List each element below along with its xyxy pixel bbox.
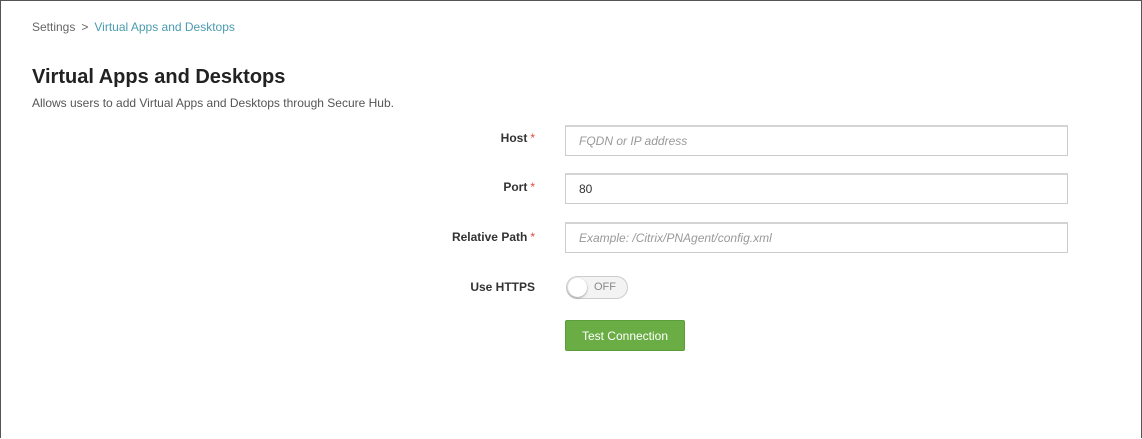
relative-path-label: Relative Path * <box>452 230 535 244</box>
port-label: Port * <box>503 180 535 194</box>
toggle-knob <box>568 278 587 297</box>
required-marker: * <box>530 131 535 145</box>
toggle-state-text: OFF <box>594 281 616 293</box>
page-title: Virtual Apps and Desktops <box>32 66 286 88</box>
host-input[interactable] <box>565 125 1068 156</box>
relative-path-input[interactable] <box>565 222 1068 253</box>
port-input[interactable] <box>565 173 1068 204</box>
breadcrumb-settings[interactable]: Settings <box>32 20 75 34</box>
page-description: Allows users to add Virtual Apps and Des… <box>32 96 394 110</box>
host-label-text: Host <box>500 131 528 145</box>
required-marker: * <box>530 230 535 244</box>
test-connection-button[interactable]: Test Connection <box>565 320 685 351</box>
breadcrumb: Settings > Virtual Apps and Desktops <box>32 20 235 34</box>
breadcrumb-separator: > <box>81 20 89 34</box>
use-https-toggle[interactable]: OFF <box>566 276 628 299</box>
port-label-text: Port <box>503 180 528 194</box>
host-label: Host * <box>501 131 535 145</box>
use-https-label: Use HTTPS <box>470 280 535 294</box>
required-marker: * <box>530 180 535 194</box>
relative-path-label-text: Relative Path <box>451 230 528 244</box>
breadcrumb-current[interactable]: Virtual Apps and Desktops <box>94 20 235 34</box>
